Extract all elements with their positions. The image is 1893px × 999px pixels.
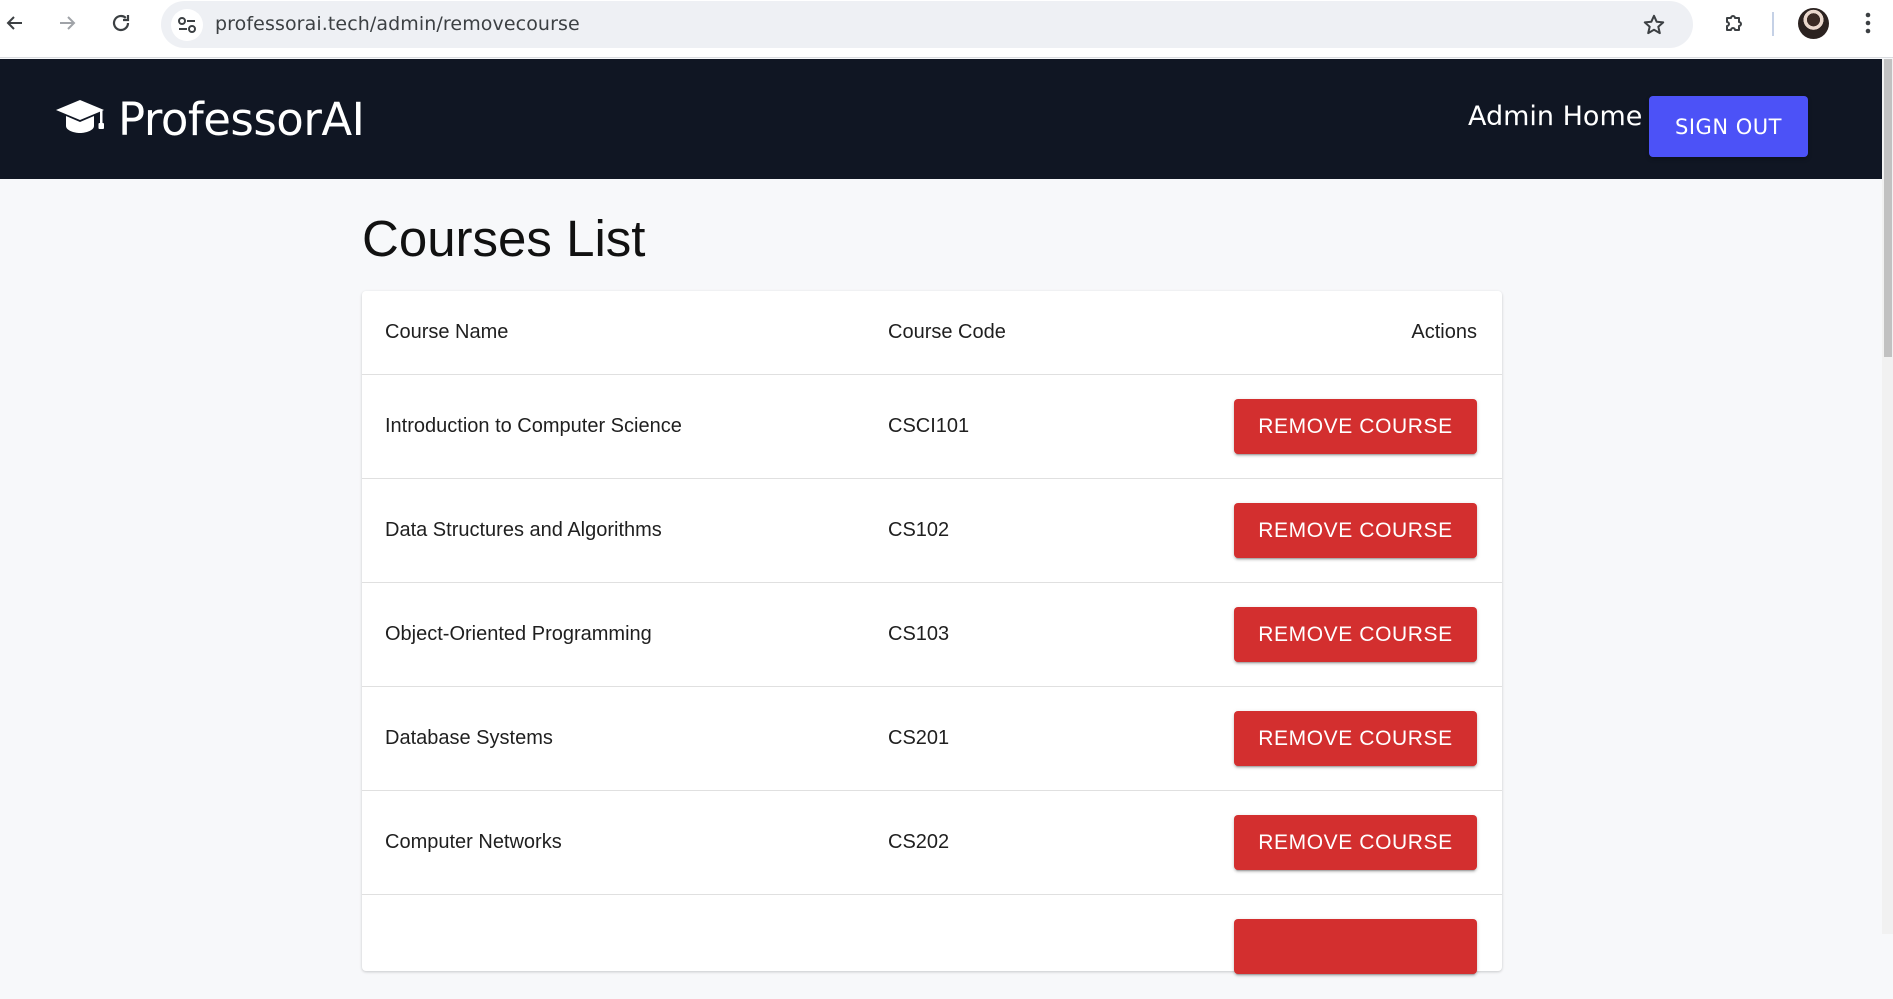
table-row: Computer Networks CS202 REMOVE COURSE: [362, 791, 1502, 895]
brand-logo-link[interactable]: ProfessorAI: [54, 93, 365, 146]
address-bar[interactable]: professorai.tech/admin/removecourse: [161, 1, 1693, 48]
page-scrollbar[interactable]: [1882, 59, 1893, 934]
course-name-cell: Computer Networks: [385, 831, 562, 853]
sign-out-button[interactable]: SIGN OUT: [1649, 96, 1808, 157]
course-name-cell: Object-Oriented Programming: [385, 623, 652, 645]
kebab-menu-icon[interactable]: [1855, 8, 1881, 38]
remove-course-button[interactable]: [1234, 919, 1477, 974]
reload-icon[interactable]: [108, 10, 134, 36]
course-name-cell: Database Systems: [385, 727, 553, 749]
remove-course-button[interactable]: REMOVE COURSE: [1234, 711, 1477, 766]
page-title: Courses List: [362, 210, 646, 267]
column-header-course-code: Course Code: [888, 321, 1006, 343]
table-row: Object-Oriented Programming CS103 REMOVE…: [362, 583, 1502, 687]
courses-table: Course Name Course Code Actions Introduc…: [362, 291, 1502, 974]
browser-toolbar: professorai.tech/admin/removecourse: [0, 0, 1893, 58]
back-arrow-icon[interactable]: [2, 10, 28, 36]
admin-home-link[interactable]: Admin Home: [1468, 101, 1642, 132]
forward-arrow-icon[interactable]: [54, 10, 80, 36]
table-row: [362, 895, 1502, 999]
table-row: Data Structures and Algorithms CS102 REM…: [362, 479, 1502, 583]
site-settings-icon[interactable]: [171, 9, 203, 41]
toolbar-divider: [1772, 12, 1774, 36]
scrollbar-thumb[interactable]: [1884, 59, 1892, 357]
course-code-cell: CS103: [888, 623, 950, 645]
table-row: Introduction to Computer Science CSCI101…: [362, 375, 1502, 479]
course-name-cell: Introduction to Computer Science: [385, 415, 682, 437]
remove-course-button[interactable]: REMOVE COURSE: [1234, 815, 1477, 870]
column-header-actions: Actions: [1411, 321, 1477, 343]
graduation-cap-icon: [54, 98, 106, 141]
course-code-cell: CSCI101: [888, 415, 970, 437]
bookmark-star-icon[interactable]: [1639, 10, 1669, 40]
extensions-puzzle-icon[interactable]: [1719, 8, 1749, 38]
course-code-cell: CS102: [888, 519, 950, 541]
app-header: ProfessorAI Admin Home SIGN OUT: [0, 59, 1882, 179]
brand-name: ProfessorAI: [118, 93, 365, 146]
column-header-course-name: Course Name: [385, 321, 509, 343]
course-code-cell: CS202: [888, 831, 950, 853]
profile-avatar[interactable]: [1798, 8, 1829, 39]
table-header-row: Course Name Course Code Actions: [362, 291, 1502, 375]
table-row: Database Systems CS201 REMOVE COURSE: [362, 687, 1502, 791]
url-text[interactable]: professorai.tech/admin/removecourse: [215, 13, 580, 35]
remove-course-button[interactable]: REMOVE COURSE: [1234, 399, 1477, 454]
course-code-cell: CS201: [888, 727, 950, 749]
course-name-cell: Data Structures and Algorithms: [385, 519, 662, 541]
remove-course-button[interactable]: REMOVE COURSE: [1234, 607, 1477, 662]
remove-course-button[interactable]: REMOVE COURSE: [1234, 503, 1477, 558]
